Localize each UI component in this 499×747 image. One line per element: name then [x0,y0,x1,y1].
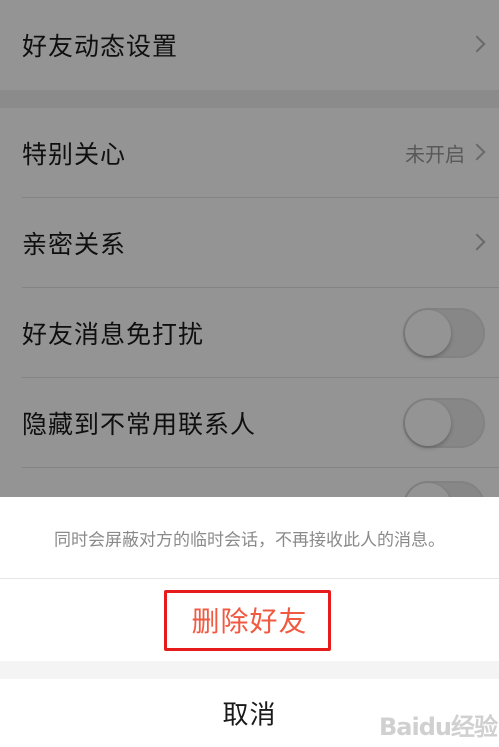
action-sheet: 同时会屏蔽对方的临时会话，不再接收此人的消息。 删除好友 取消 Baidu经验 [0,497,499,747]
baidu-watermark-logo: Baidu经验 [379,707,498,743]
action-sheet-message: 同时会屏蔽对方的临时会话，不再接收此人的消息。 [0,497,499,579]
red-highlight-box [164,590,331,651]
watermark-text: Baidu经验 [379,713,498,741]
action-sheet-message-text: 同时会屏蔽对方的临时会话，不再接收此人的消息。 [54,530,445,550]
